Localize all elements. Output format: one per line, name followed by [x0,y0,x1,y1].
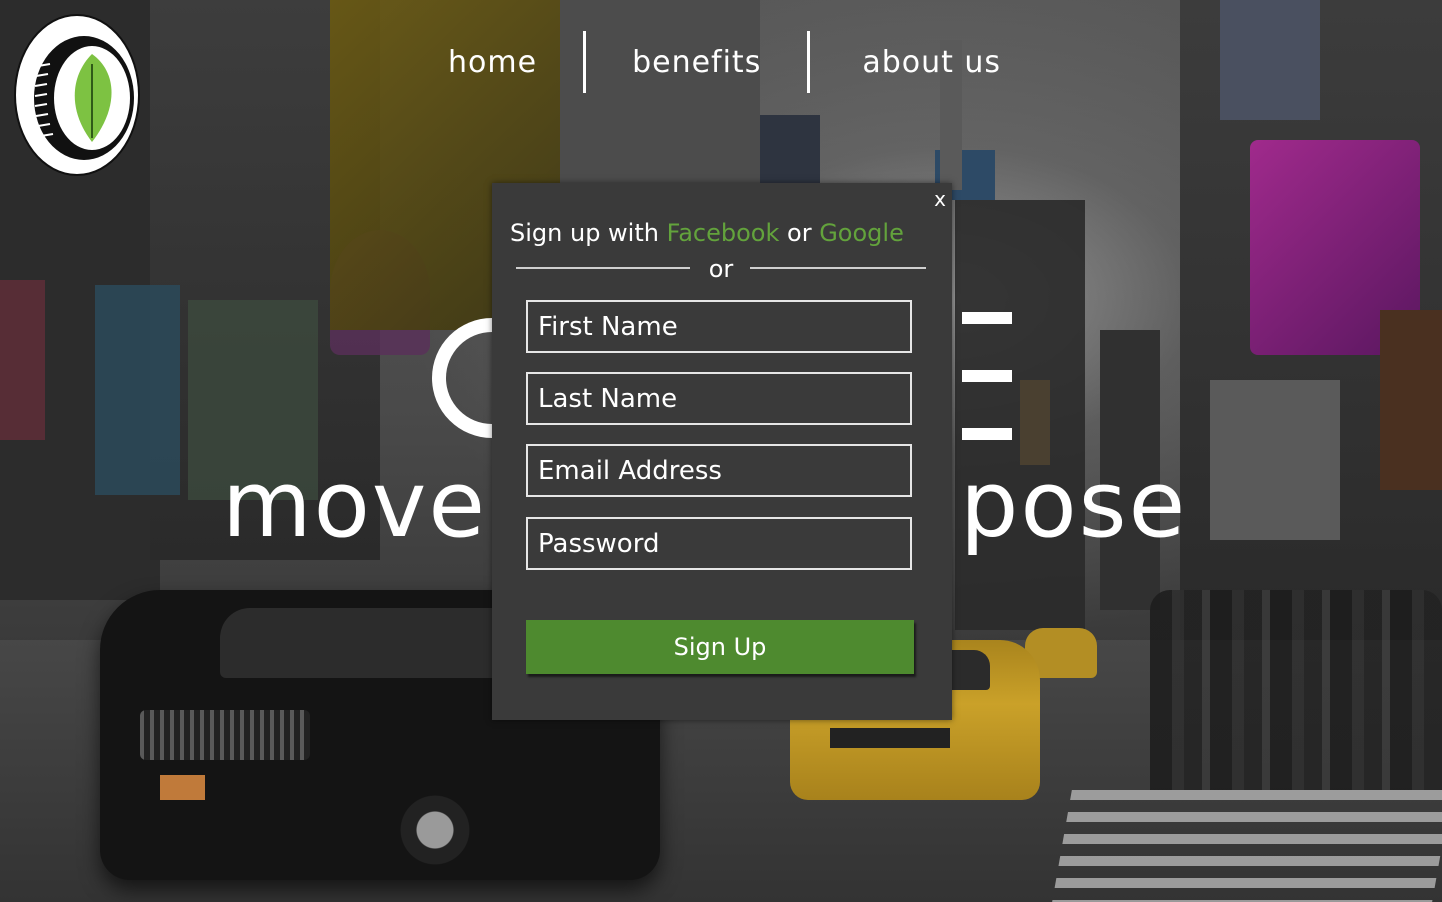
nav-home-link[interactable]: home [448,45,537,80]
close-icon[interactable]: x [934,187,946,211]
sign-up-button[interactable]: Sign Up [526,620,914,674]
last-name-input[interactable] [526,372,912,425]
hero-logo-letter-e [962,312,1012,440]
signup-title-prefix: Sign up with [510,219,667,247]
signup-title: Sign up with Facebook or Google [510,219,904,247]
facebook-signup-link[interactable]: Facebook [667,219,780,247]
nav-divider [583,31,587,93]
signup-modal: x Sign up with Facebook or Google or Sig… [492,183,952,720]
signup-title-or: or [779,219,820,247]
nav-about-us-link[interactable]: about us [862,45,1001,80]
landing-page: home benefits about us move pose x Sign u… [0,0,1442,902]
nav-divider [807,31,811,93]
password-input[interactable] [526,517,912,570]
google-signup-link[interactable]: Google [819,219,904,247]
hero-tagline-left: move [222,451,487,558]
divider-line-right [750,267,926,269]
tire-leaf-logo-icon[interactable] [14,14,140,176]
divider-or-label: or [708,255,734,283]
main-nav: home benefits about us [420,30,1001,94]
nav-benefits-link[interactable]: benefits [632,45,761,80]
email-input[interactable] [526,444,912,497]
hero-tagline-right: pose [960,451,1188,558]
first-name-input[interactable] [526,300,912,353]
or-divider: or [516,255,926,285]
